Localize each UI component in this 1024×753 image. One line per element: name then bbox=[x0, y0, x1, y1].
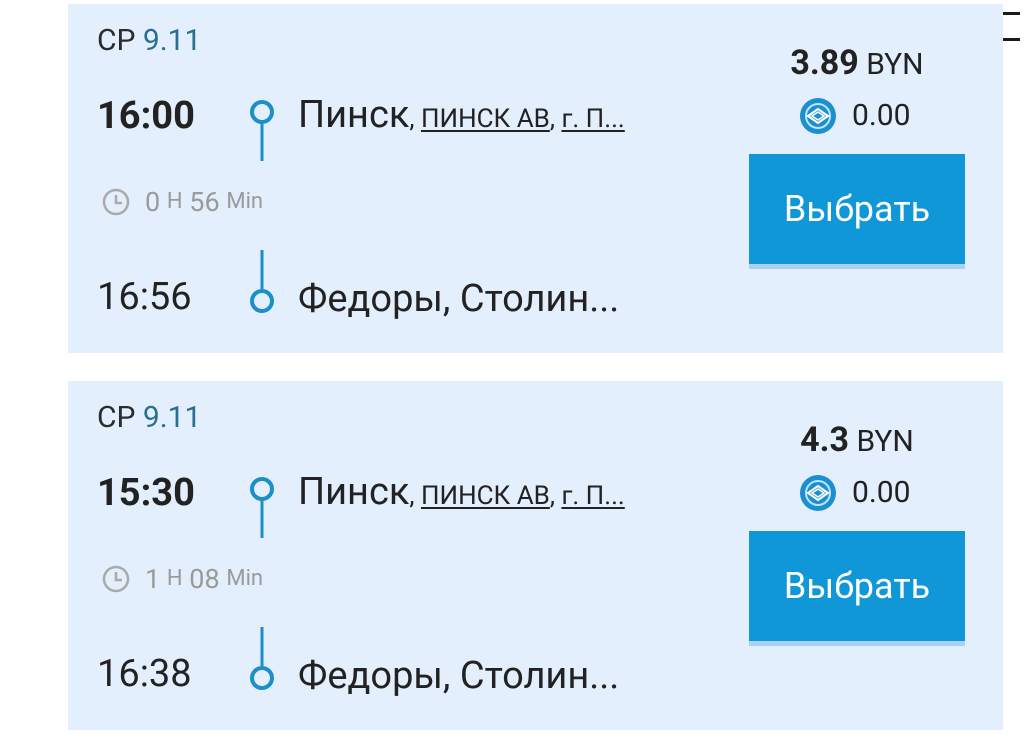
duration-hours-unit: Н bbox=[166, 566, 183, 591]
select-trip-button[interactable]: Выбрать bbox=[749, 531, 965, 641]
arrival-pin-icon bbox=[250, 250, 274, 313]
bonus-amount: 0.00 bbox=[852, 98, 911, 133]
departure-pin-icon bbox=[250, 477, 274, 538]
departure-station-link[interactable]: ПИНСК АВ bbox=[421, 481, 550, 511]
duration-minutes: 08 bbox=[189, 562, 220, 595]
trip-price: 4.3 BYN bbox=[749, 423, 965, 457]
departure-address-link[interactable]: г. П... bbox=[561, 481, 624, 511]
arrival-station: Федоры, Столин... bbox=[298, 277, 620, 321]
arrival-pin-icon bbox=[250, 627, 274, 690]
trip-duration: 0 Н 56 Min bbox=[101, 187, 263, 217]
duration-hours: 0 bbox=[145, 185, 161, 218]
bonus-amount: 0.00 bbox=[852, 475, 911, 510]
departure-pin-icon bbox=[250, 100, 274, 161]
day-number: 9.11 bbox=[142, 23, 202, 58]
day-of-week: СР bbox=[97, 23, 136, 58]
departure-station: Пинск, ПИНСК АВ, г. П... bbox=[298, 93, 625, 137]
departure-address-link[interactable]: г. П... bbox=[561, 104, 624, 134]
duration-minutes-unit: Min bbox=[226, 566, 264, 591]
price-currency: BYN bbox=[866, 47, 924, 82]
select-trip-button[interactable]: Выбрать bbox=[749, 154, 965, 264]
trip-price: 3.89 BYN bbox=[749, 46, 965, 80]
trip-duration: 1 Н 08 Min bbox=[101, 564, 263, 594]
trip-card[interactable]: СР 9.11 15:30 Пинск, ПИНСК АВ, г. П... 1… bbox=[68, 381, 1003, 730]
bonus-coin-icon bbox=[800, 475, 836, 511]
departure-time: 15:30 bbox=[97, 471, 195, 515]
departure-station: Пинск, ПИНСК АВ, г. П... bbox=[298, 470, 625, 514]
arrival-time: 16:56 bbox=[97, 275, 192, 319]
trip-date: СР 9.11 bbox=[97, 26, 201, 56]
price-currency: BYN bbox=[856, 424, 914, 459]
arrival-time: 16:38 bbox=[97, 652, 192, 696]
clock-icon bbox=[102, 565, 130, 593]
day-of-week: СР bbox=[97, 400, 136, 435]
bonus-coin-icon bbox=[800, 98, 836, 134]
day-number: 9.11 bbox=[142, 400, 202, 435]
departure-city: Пинск bbox=[298, 93, 410, 137]
duration-hours: 1 bbox=[145, 562, 161, 595]
departure-time: 16:00 bbox=[97, 94, 195, 138]
duration-hours-unit: Н bbox=[166, 189, 183, 214]
departure-city: Пинск bbox=[298, 470, 410, 514]
clock-icon bbox=[102, 188, 130, 216]
trip-card[interactable]: СР 9.11 16:00 Пинск, ПИНСК АВ, г. П... 0… bbox=[68, 4, 1003, 353]
departure-station-link[interactable]: ПИНСК АВ bbox=[421, 104, 550, 134]
arrival-station: Федоры, Столин... bbox=[298, 654, 620, 698]
bonus-points: 0.00 bbox=[798, 96, 911, 136]
duration-minutes: 56 bbox=[189, 185, 220, 218]
duration-minutes-unit: Min bbox=[226, 189, 264, 214]
price-amount: 4.3 bbox=[800, 420, 850, 460]
price-amount: 3.89 bbox=[790, 43, 859, 83]
trip-date: СР 9.11 bbox=[97, 403, 201, 433]
bonus-points: 0.00 bbox=[798, 473, 911, 513]
